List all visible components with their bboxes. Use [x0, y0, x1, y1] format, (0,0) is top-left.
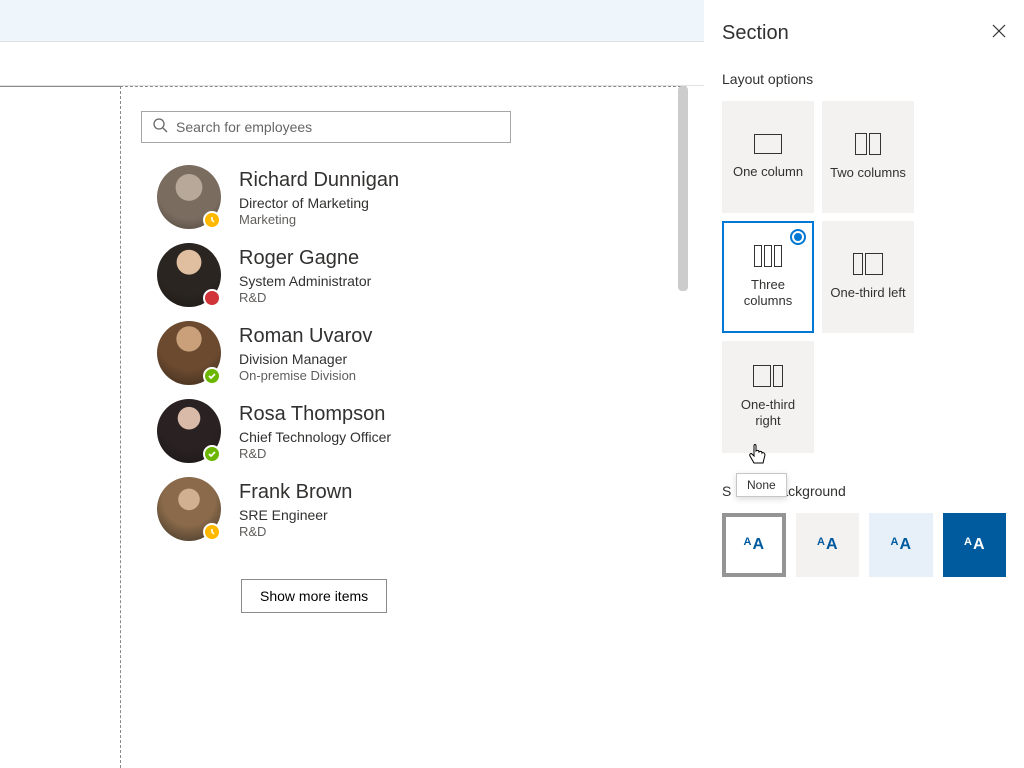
layout-label: One-third left	[826, 285, 909, 301]
avatar	[157, 399, 221, 463]
background-strong[interactable]: A	[943, 513, 1006, 577]
section-properties-panel: Section Layout options One column Two co…	[704, 0, 1024, 768]
two-columns-icon	[855, 133, 881, 155]
layout-three-columns[interactable]: Three columns	[722, 221, 814, 333]
show-more-container: Show more items	[241, 579, 666, 613]
presence-available-icon	[203, 445, 221, 463]
employee-title: Director of Marketing	[239, 195, 399, 211]
employee-dept: On-premise Division	[239, 368, 372, 383]
employee-item[interactable]: Rosa Thompson Chief Technology Officer R…	[157, 399, 666, 463]
employee-list: Richard Dunnigan Director of Marketing M…	[157, 165, 666, 541]
presence-away-icon	[203, 523, 221, 541]
background-soft[interactable]: A	[869, 513, 932, 577]
employee-item[interactable]: Frank Brown SRE Engineer R&D	[157, 477, 666, 541]
employee-dept: R&D	[239, 290, 371, 305]
layout-options-label: Layout options	[722, 71, 1006, 87]
scrollbar-thumb[interactable]	[678, 86, 688, 291]
layout-label: Three columns	[724, 277, 812, 310]
presence-busy-icon	[203, 289, 221, 307]
avatar	[157, 477, 221, 541]
employee-name: Richard Dunnigan	[239, 167, 399, 193]
layout-label: One-third right	[724, 397, 812, 430]
background-neutral[interactable]: A	[796, 513, 859, 577]
text-sample-icon: A	[744, 536, 765, 554]
search-input[interactable]	[176, 119, 500, 135]
employee-name: Frank Brown	[239, 479, 352, 505]
employee-item[interactable]: Roger Gagne System Administrator R&D	[157, 243, 666, 307]
employee-title: SRE Engineer	[239, 507, 352, 523]
employee-search-box[interactable]	[141, 111, 511, 143]
employee-name: Roman Uvarov	[239, 323, 372, 349]
avatar	[157, 243, 221, 307]
background-none[interactable]: A	[722, 513, 786, 577]
presence-available-icon	[203, 367, 221, 385]
employee-title: Division Manager	[239, 351, 372, 367]
close-panel-button[interactable]	[992, 24, 1006, 43]
panel-title: Section	[722, 22, 789, 45]
layout-label: One column	[729, 164, 807, 180]
employee-item[interactable]: Roman Uvarov Division Manager On-premise…	[157, 321, 666, 385]
avatar	[157, 165, 221, 229]
three-columns-icon	[754, 245, 782, 267]
avatar	[157, 321, 221, 385]
one-third-right-icon	[753, 365, 783, 387]
employee-name: Roger Gagne	[239, 245, 371, 271]
employee-name: Rosa Thompson	[239, 401, 391, 427]
layout-one-column[interactable]: One column	[722, 101, 814, 213]
canvas-zone-left[interactable]	[0, 86, 120, 768]
selected-radio-icon	[790, 229, 806, 245]
employee-title: System Administrator	[239, 273, 371, 289]
text-sample-icon: A	[817, 536, 838, 554]
layout-two-columns[interactable]: Two columns	[822, 101, 914, 213]
layout-one-third-right[interactable]: One-third right	[722, 341, 814, 453]
search-icon	[152, 117, 168, 138]
tooltip: None	[736, 473, 787, 497]
employee-title: Chief Technology Officer	[239, 429, 391, 445]
text-sample-icon: A	[964, 536, 985, 554]
employee-dept: Marketing	[239, 212, 399, 227]
layout-label: Two columns	[826, 165, 910, 181]
layout-one-third-left[interactable]: One-third left	[822, 221, 914, 333]
layout-options-grid: One column Two columns Three columns	[722, 101, 1006, 453]
show-more-button[interactable]: Show more items	[241, 579, 387, 613]
one-column-icon	[754, 134, 782, 154]
employee-dept: R&D	[239, 524, 352, 539]
employee-item[interactable]: Richard Dunnigan Director of Marketing M…	[157, 165, 666, 229]
canvas-area: Richard Dunnigan Director of Marketing M…	[0, 86, 686, 768]
canvas-zone-main[interactable]: Richard Dunnigan Director of Marketing M…	[120, 86, 686, 768]
text-sample-icon: A	[891, 536, 912, 554]
employee-dept: R&D	[239, 446, 391, 461]
background-options: A A A A	[722, 513, 1006, 577]
presence-away-icon	[203, 211, 221, 229]
one-third-left-icon	[853, 253, 883, 275]
